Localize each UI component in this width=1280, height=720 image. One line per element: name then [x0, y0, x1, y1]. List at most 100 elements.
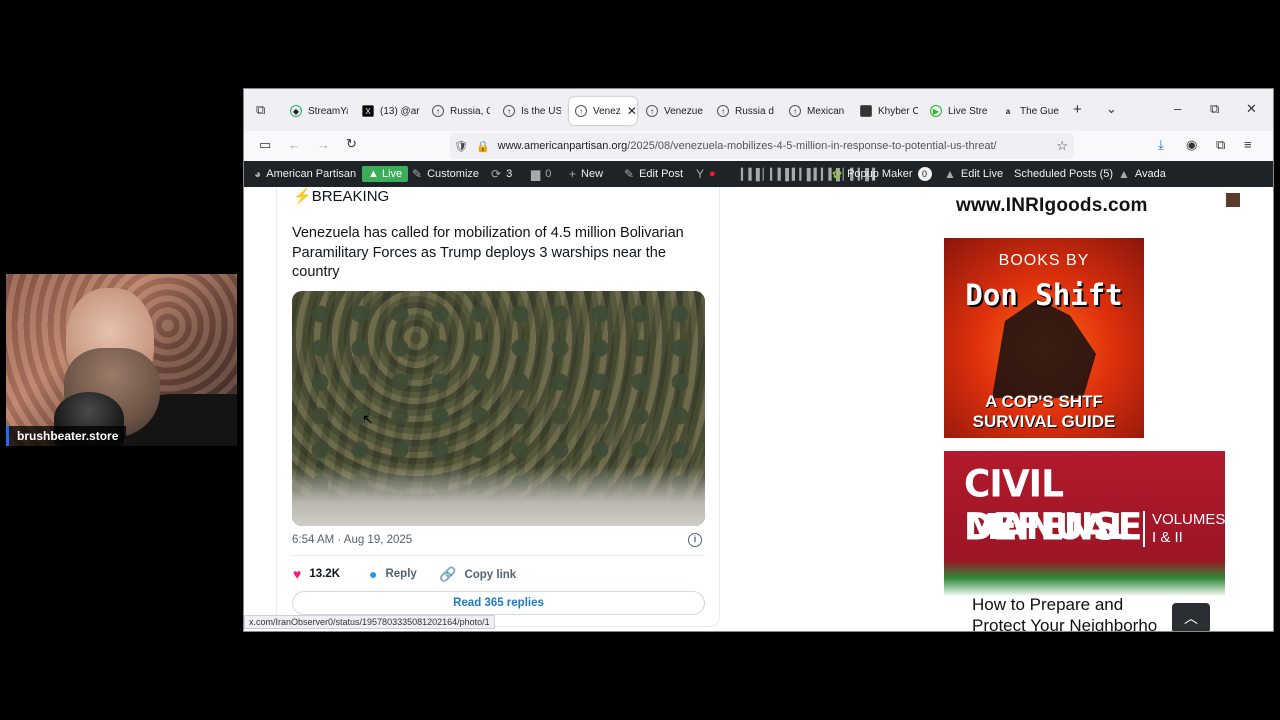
- avatar: [1226, 193, 1240, 207]
- tab-x[interactable]: X (13) @ar: [362, 97, 420, 125]
- ad-how-to: How to Prepare and Protect Your Neighbor…: [972, 594, 1158, 632]
- ad-divider: [1143, 511, 1145, 547]
- live-icon: ▶: [930, 105, 942, 117]
- avada-icon: ▲: [1118, 167, 1130, 181]
- lightning-icon: ⚡: [293, 188, 312, 205]
- like-button[interactable]: ♥ 13.2K: [293, 566, 340, 582]
- don-shift-book-ad[interactable]: BOOKS BY Don Shift A COP'S SHTF SURVIVAL…: [944, 238, 1144, 438]
- amazon-icon: a: [1005, 106, 1011, 116]
- ad-volumes-line-2: I & II: [1152, 529, 1183, 546]
- khyber-icon: [860, 105, 872, 117]
- ad-books-by: BOOKS BY: [998, 252, 1090, 269]
- tab-russia-c[interactable]: ↑ Russia, C: [432, 97, 490, 125]
- browser-window: ⧉ ◆ StreamYa X (13) @ar ↑ Russia, C ↑ Is the…: [243, 88, 1274, 632]
- reload-icon[interactable]: ↻: [346, 136, 357, 152]
- wp-updates[interactable]: ⟳ 3: [491, 161, 512, 187]
- back-icon[interactable]: ←: [288, 137, 301, 152]
- site-icon: ↑: [646, 105, 658, 117]
- x-icon: X: [362, 105, 374, 117]
- wp-avada[interactable]: ▲ Avada: [1118, 161, 1166, 187]
- streamyard-icon: ◆: [290, 105, 302, 117]
- close-window-icon[interactable]: ✕: [1246, 101, 1257, 117]
- tweet-timestamp[interactable]: 6:54 AM · Aug 19, 2025: [292, 534, 412, 546]
- downloads-icon[interactable]: ⤓: [1158, 137, 1164, 153]
- menu-icon[interactable]: ≡: [1244, 137, 1252, 152]
- site-icon: ↑: [575, 105, 587, 117]
- tweet-photo[interactable]: [292, 291, 705, 526]
- tab-mexican[interactable]: ↑ Mexican: [789, 97, 847, 125]
- ad-subtitle-line-1: A COP'S SHTF: [985, 392, 1103, 411]
- ad-civil-manual: MANUAL: [964, 507, 1132, 548]
- popup-maker-icon: ✿: [832, 167, 843, 181]
- tab-streamyard[interactable]: ◆ StreamYa: [290, 97, 348, 125]
- inri-goods-link[interactable]: www.INRIgoods.com: [956, 195, 1148, 217]
- record-dot-icon: ●: [709, 168, 716, 180]
- site-icon: ↑: [717, 105, 729, 117]
- wp-new[interactable]: + New: [569, 161, 603, 187]
- reply-icon: ●: [369, 566, 378, 582]
- wp-scheduled-posts[interactable]: Scheduled Posts (5): [1014, 161, 1113, 187]
- ad-book-subtitle: A COP'S SHTF SURVIVAL GUIDE: [944, 392, 1144, 432]
- minimize-icon[interactable]: –: [1174, 101, 1181, 116]
- link-status-bar: x.com/IranObserver0/status/1957803335081…: [244, 615, 495, 629]
- reply-button[interactable]: ● Reply: [369, 566, 417, 582]
- tab-venezuela-2[interactable]: ↑ Venezue: [646, 97, 704, 125]
- url-domain: www.americanpartisan.org: [497, 140, 628, 152]
- wp-yoast[interactable]: Y ●: [696, 161, 716, 187]
- webcam-feed: [6, 274, 237, 446]
- brush-icon: ✎: [412, 167, 423, 181]
- ad-how-to-line-2: Protect Your Neighborho: [972, 616, 1158, 632]
- url-bar[interactable]: 🛡 🔒 www.americanpartisan.org/2025/08/ven…: [450, 133, 1074, 159]
- info-icon[interactable]: i: [688, 533, 702, 547]
- tab-live-stream[interactable]: ▶ Live Stre: [930, 97, 988, 125]
- read-replies-button[interactable]: Read 365 replies: [292, 591, 705, 615]
- tab-the-gue[interactable]: a The Gue: [1002, 97, 1060, 125]
- close-tab-icon[interactable]: ✕: [627, 104, 637, 118]
- scroll-to-top-button[interactable]: ︿: [1172, 603, 1210, 631]
- copy-link-button[interactable]: 🔗 Copy link: [439, 566, 516, 583]
- site-icon: ↑: [432, 105, 444, 117]
- nav-toolbar: ▭ ← → ↻ 🛡 🔒 www.americanpartisan.org/202…: [244, 131, 1273, 161]
- lock-icon: 🔒: [475, 140, 490, 153]
- tab-khyber[interactable]: Khyber C: [860, 97, 918, 125]
- restore-icon[interactable]: ⧉: [1210, 101, 1219, 117]
- wp-customize[interactable]: ✎ Customize: [412, 161, 479, 187]
- wp-live-button[interactable]: ▲ Live: [362, 161, 409, 187]
- site-icon: ↑: [789, 105, 801, 117]
- ad-subtitle-line-2: SURVIVAL GUIDE: [972, 412, 1116, 431]
- tab-overview-icon[interactable]: ⧉: [256, 102, 265, 118]
- road-image: [292, 466, 705, 526]
- webcam-label: brushbeater.store: [6, 426, 127, 446]
- page-content: ⚡BREAKING Venezuela has called for mobil…: [244, 187, 1273, 632]
- ad-author: Don Shift: [965, 278, 1123, 312]
- tab-russia-d[interactable]: ↑ Russia d: [717, 97, 775, 125]
- tweet-embed: ⚡BREAKING Venezuela has called for mobil…: [276, 187, 720, 627]
- bookmark-star-icon[interactable]: ☆: [1056, 138, 1068, 154]
- forward-icon[interactable]: →: [317, 137, 330, 152]
- chevron-up-icon: ︿: [1184, 610, 1198, 626]
- tab-venezuela-active[interactable]: ↑ Venez ✕: [569, 97, 637, 125]
- wp-popup-maker[interactable]: ✿ Popup Maker 0: [832, 161, 932, 187]
- site-icon: ↑: [503, 105, 515, 117]
- wp-admin-bar: ◕ American Partisan ▲ Live ✎ Customize ⟳ 3 …: [244, 161, 1273, 187]
- wp-edit-post[interactable]: ✎ Edit Post: [624, 161, 683, 187]
- link-icon: 🔗: [439, 566, 457, 582]
- yoast-icon: Y: [696, 167, 705, 181]
- breaking-heading: ⚡BREAKING: [293, 188, 390, 205]
- ad-how-to-line-1: How to Prepare and: [972, 595, 1124, 614]
- chevron-down-icon[interactable]: ⌄: [1106, 101, 1117, 117]
- updates-icon: ⟳: [491, 167, 502, 181]
- account-icon[interactable]: ◉: [1186, 137, 1197, 153]
- wp-edit-live[interactable]: ▲ Edit Live: [944, 161, 1003, 187]
- live-badge: ▲ Live: [362, 166, 409, 182]
- shield-icon: 🛡: [454, 140, 468, 153]
- wp-comments[interactable]: ▆ 0: [531, 161, 551, 187]
- tab-is-the-us[interactable]: ↑ Is the US: [503, 97, 561, 125]
- comment-icon: ▆: [531, 167, 541, 181]
- tweet-text: Venezuela has called for mobilization of…: [292, 225, 684, 280]
- url-path: /2025/08/venezuela-mobilizes-4-5-million…: [627, 140, 997, 152]
- wp-site-menu[interactable]: ◕ American Partisan: [254, 161, 356, 187]
- new-tab-icon[interactable]: +: [1073, 101, 1082, 118]
- sidebar-icon[interactable]: ▭: [259, 137, 271, 153]
- extensions-icon[interactable]: ⧉: [1216, 137, 1225, 153]
